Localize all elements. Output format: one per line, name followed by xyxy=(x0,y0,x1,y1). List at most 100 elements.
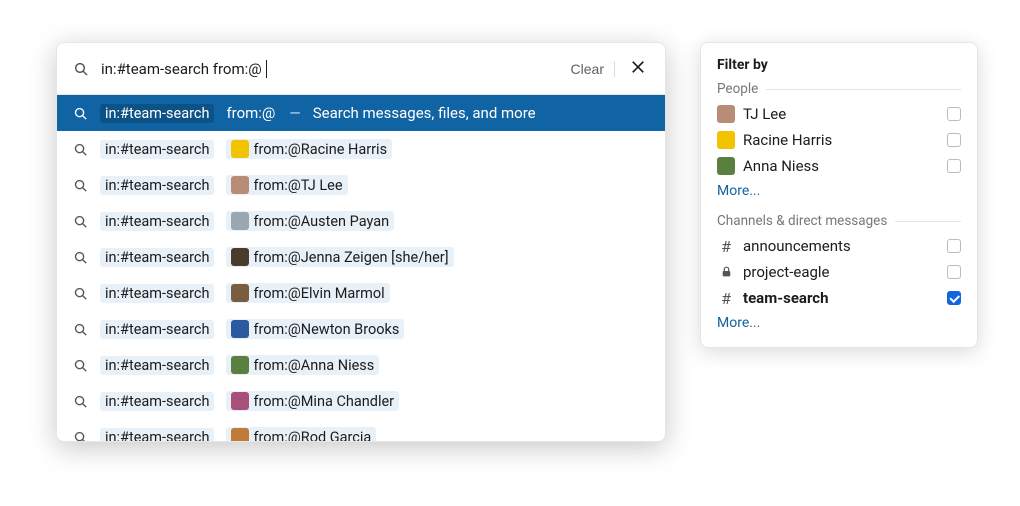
search-bar: in:#team-search from:@ Clear xyxy=(57,43,665,95)
search-panel: in:#team-search from:@ Clear in:#team-se… xyxy=(56,42,666,442)
search-icon xyxy=(73,106,88,121)
result-hint-text: Search messages, files, and more xyxy=(313,104,536,122)
filter-channel-row[interactable]: # team-search xyxy=(717,285,961,311)
from-chip: from:@Racine Harris xyxy=(226,139,392,159)
filter-people-more-link[interactable]: More... xyxy=(717,183,760,199)
channel-chip: in:#team-search xyxy=(100,284,214,303)
search-icon xyxy=(73,178,88,193)
from-chip: from:@Austen Payan xyxy=(226,211,394,231)
avatar xyxy=(231,428,249,441)
filter-people-list: TJ Lee Racine Harris Anna Niess xyxy=(717,101,961,179)
filter-checkbox[interactable] xyxy=(947,133,961,147)
from-chip-text: from:@Racine Harris xyxy=(253,141,387,158)
from-chip: from:@Jenna Zeigen [she/her] xyxy=(226,247,453,267)
avatar xyxy=(231,320,249,338)
search-icon xyxy=(73,61,89,77)
filter-checkbox[interactable] xyxy=(947,107,961,121)
filter-channel-name: project-eagle xyxy=(743,263,939,281)
channel-chip: in:#team-search xyxy=(100,212,214,231)
search-result-row[interactable]: in:#team-search from:@Mina Chandler xyxy=(57,383,665,419)
from-chip-text: from:@Jenna Zeigen [she/her] xyxy=(253,249,448,266)
result-from-text: from:@ xyxy=(226,104,275,122)
avatar xyxy=(231,212,249,230)
search-icon xyxy=(73,430,88,442)
clear-button[interactable]: Clear xyxy=(571,61,615,77)
filter-person-name: Anna Niess xyxy=(743,157,939,175)
filter-panel: Filter by People TJ Lee Racine Harris Anna… xyxy=(700,42,978,348)
lock-icon xyxy=(717,263,735,282)
search-result-row[interactable]: in:#team-search from:@ — Search messages,… xyxy=(57,95,665,131)
filter-channels-more-link[interactable]: More... xyxy=(717,315,760,331)
from-chip-text: from:@Anna Niess xyxy=(253,357,374,374)
search-icon xyxy=(73,142,88,157)
text-cursor xyxy=(266,60,267,78)
filter-section-channels-label: Channels & direct messages xyxy=(717,213,961,229)
search-result-row[interactable]: in:#team-search from:@Newton Brooks xyxy=(57,311,665,347)
from-chip: from:@Rod Garcia xyxy=(226,427,376,441)
hash-icon: # xyxy=(717,237,735,256)
from-chip-text: from:@Austen Payan xyxy=(253,213,389,230)
filter-person-row[interactable]: TJ Lee xyxy=(717,101,961,127)
search-query-text: in:#team-search from:@ xyxy=(101,60,262,78)
search-result-row[interactable]: in:#team-search from:@Racine Harris xyxy=(57,131,665,167)
avatar xyxy=(231,176,249,194)
search-input[interactable]: in:#team-search from:@ xyxy=(101,60,559,78)
avatar xyxy=(231,140,249,158)
channel-chip: in:#team-search xyxy=(100,428,214,442)
result-hint-separator: — xyxy=(289,105,300,122)
search-result-row[interactable]: in:#team-search from:@Austen Payan xyxy=(57,203,665,239)
filter-channel-name: announcements xyxy=(743,237,939,255)
channel-chip: in:#team-search xyxy=(100,248,214,267)
filter-checkbox[interactable] xyxy=(947,291,961,305)
channel-chip: in:#team-search xyxy=(100,356,214,375)
from-chip: from:@Elvin Marmol xyxy=(226,283,389,303)
from-chip-text: from:@Rod Garcia xyxy=(253,429,371,442)
avatar xyxy=(231,284,249,302)
filter-section-people-label: People xyxy=(717,81,961,97)
from-chip-text: from:@Newton Brooks xyxy=(253,321,399,338)
search-result-row[interactable]: in:#team-search from:@TJ Lee xyxy=(57,167,665,203)
search-icon xyxy=(73,250,88,265)
from-chip: from:@Mina Chandler xyxy=(226,391,399,411)
hash-icon: # xyxy=(717,289,735,308)
filter-checkbox[interactable] xyxy=(947,265,961,279)
search-result-row[interactable]: in:#team-search from:@Rod Garcia xyxy=(57,419,665,441)
search-icon xyxy=(73,322,88,337)
filter-channel-row[interactable]: # announcements xyxy=(717,233,961,259)
avatar xyxy=(717,157,735,175)
from-chip: from:@TJ Lee xyxy=(226,175,347,195)
from-chip-text: from:@Elvin Marmol xyxy=(253,285,384,302)
channel-chip: in:#team-search xyxy=(100,104,214,123)
from-chip: from:@Newton Brooks xyxy=(226,319,404,339)
avatar xyxy=(231,392,249,410)
filter-channel-row[interactable]: project-eagle xyxy=(717,259,961,285)
search-icon xyxy=(73,358,88,373)
search-result-row[interactable]: in:#team-search from:@Elvin Marmol xyxy=(57,275,665,311)
search-icon xyxy=(73,214,88,229)
search-icon xyxy=(73,286,88,301)
avatar xyxy=(717,131,735,149)
search-results-list: in:#team-search from:@ — Search messages,… xyxy=(57,95,665,441)
from-chip: from:@Anna Niess xyxy=(226,355,379,375)
filter-checkbox[interactable] xyxy=(947,159,961,173)
avatar xyxy=(231,356,249,374)
channel-chip: in:#team-search xyxy=(100,392,214,411)
filter-checkbox[interactable] xyxy=(947,239,961,253)
filter-channel-name: team-search xyxy=(743,289,939,307)
filter-title: Filter by xyxy=(717,57,961,73)
channel-chip: in:#team-search xyxy=(100,140,214,159)
search-result-row[interactable]: in:#team-search from:@Anna Niess xyxy=(57,347,665,383)
filter-person-name: Racine Harris xyxy=(743,131,939,149)
search-icon xyxy=(73,394,88,409)
close-button[interactable] xyxy=(627,56,649,81)
channel-chip: in:#team-search xyxy=(100,176,214,195)
avatar xyxy=(717,105,735,123)
search-result-row[interactable]: in:#team-search from:@Jenna Zeigen [she/h… xyxy=(57,239,665,275)
channel-chip: in:#team-search xyxy=(100,320,214,339)
from-chip-text: from:@Mina Chandler xyxy=(253,393,394,410)
avatar xyxy=(231,248,249,266)
filter-channels-list: # announcements project-eagle # team-search xyxy=(717,233,961,311)
filter-person-name: TJ Lee xyxy=(743,105,939,123)
filter-person-row[interactable]: Racine Harris xyxy=(717,127,961,153)
filter-person-row[interactable]: Anna Niess xyxy=(717,153,961,179)
